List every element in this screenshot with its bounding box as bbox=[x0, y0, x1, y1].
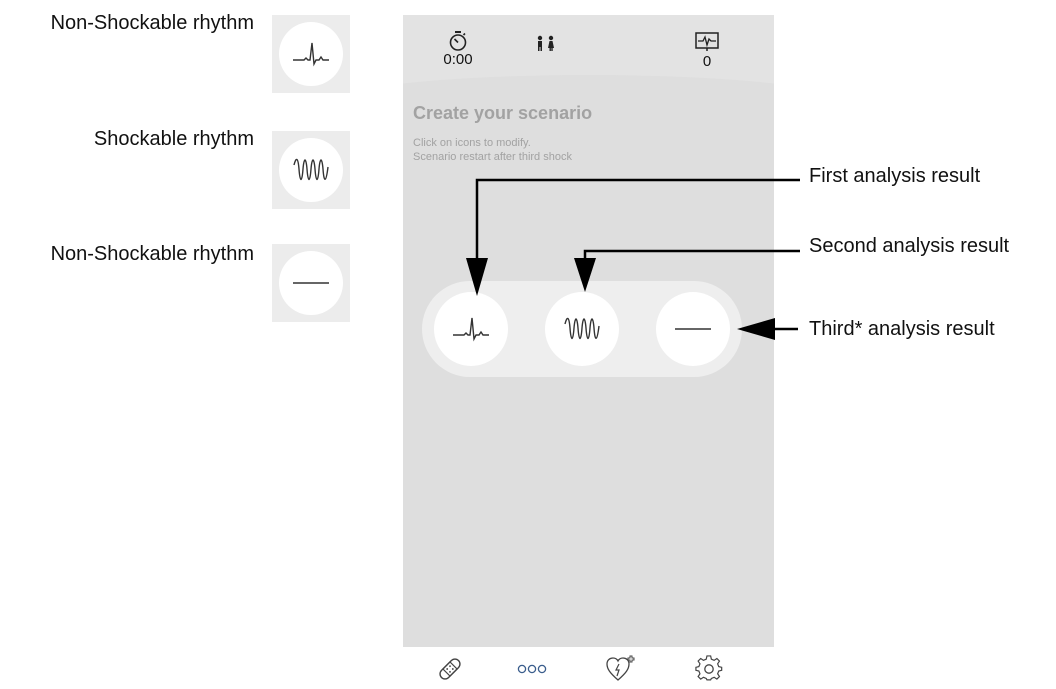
subtitle-line-2: Scenario restart after third shock bbox=[413, 151, 572, 163]
timer: 0:00 bbox=[441, 30, 475, 68]
scenario-sequence bbox=[422, 281, 742, 377]
flatline-icon bbox=[675, 328, 711, 330]
second-rhythm-button[interactable] bbox=[545, 292, 619, 366]
subtitle-line-1: Click on icons to modify. bbox=[413, 137, 531, 149]
legend-box-sinus bbox=[272, 15, 350, 93]
patient-type[interactable] bbox=[532, 35, 560, 51]
legend-box-flatline bbox=[272, 244, 350, 322]
callout-third-label: Third* analysis result bbox=[809, 318, 995, 340]
callout-second-label: Second analysis result bbox=[809, 235, 1010, 257]
scenario-dots-icon bbox=[517, 664, 547, 674]
callout-first-label: First analysis result bbox=[809, 165, 981, 187]
settings-gear-icon bbox=[695, 655, 723, 681]
nav-settings[interactable] bbox=[693, 653, 725, 685]
child-adult-icon bbox=[537, 35, 554, 51]
legend-label-nonshockable-1: Non-Shockable rhythm bbox=[50, 12, 254, 34]
flatline-icon bbox=[293, 282, 329, 284]
fibrillation-icon bbox=[293, 158, 329, 181]
bottom-navigation bbox=[403, 647, 774, 689]
timer-value: 0:00 bbox=[443, 51, 473, 68]
nav-heart-shock[interactable] bbox=[605, 653, 637, 685]
first-rhythm-button[interactable] bbox=[434, 292, 508, 366]
page-title: Create your scenario bbox=[413, 103, 593, 123]
third-rhythm-button[interactable] bbox=[656, 292, 730, 366]
fibrillation-icon bbox=[564, 317, 600, 340]
heart-shock-icon bbox=[606, 655, 635, 681]
legend-box-fibrillation bbox=[272, 131, 350, 209]
legend-circle bbox=[279, 251, 343, 315]
phone-screen: 0:00 0 Create your scenario Click on ico… bbox=[403, 15, 774, 647]
ecg-monitor-icon bbox=[695, 32, 719, 51]
legend-label-shockable: Shockable rhythm bbox=[93, 128, 254, 150]
nav-scenario[interactable] bbox=[516, 653, 548, 685]
sinus-rhythm-icon bbox=[293, 42, 329, 67]
shock-counter: 0 bbox=[693, 32, 721, 70]
bandage-icon bbox=[439, 658, 461, 680]
legend-label-nonshockable-2: Non-Shockable rhythm bbox=[50, 243, 254, 265]
sinus-rhythm-icon bbox=[453, 317, 489, 342]
legend-circle bbox=[279, 138, 343, 202]
nav-bandage[interactable] bbox=[434, 653, 466, 685]
shock-count: 0 bbox=[702, 53, 712, 70]
legend-circle bbox=[279, 22, 343, 86]
stopwatch-icon bbox=[449, 31, 467, 51]
